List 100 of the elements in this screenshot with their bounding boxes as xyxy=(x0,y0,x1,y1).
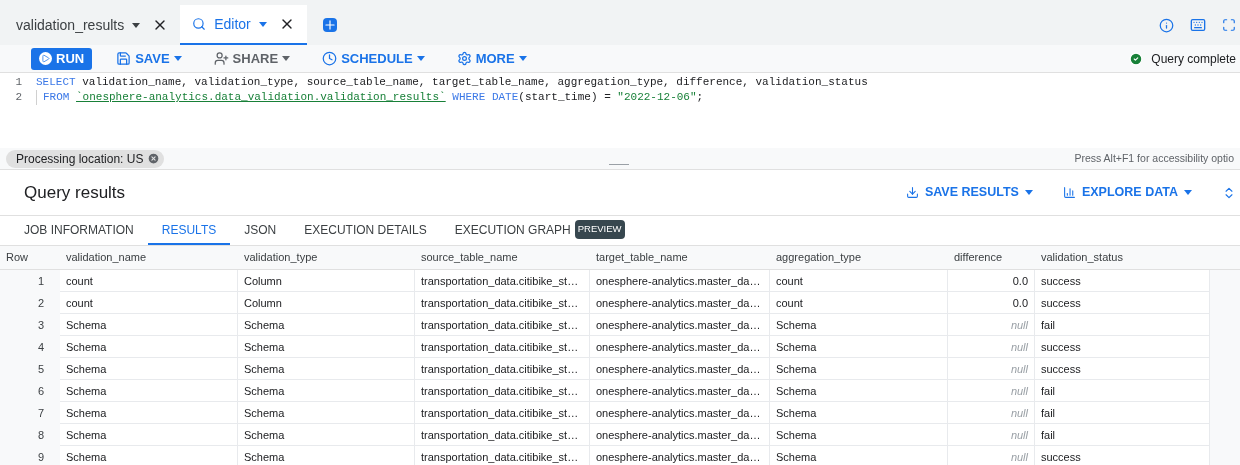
code-line: FROM `onesphere-analytics.data_validation.validation_results` WHERE DATE(start_time) = "2022-12-06"; xyxy=(43,90,704,106)
table-cell: null xyxy=(948,402,1035,424)
table-cell: Schema xyxy=(238,336,415,358)
download-icon xyxy=(905,186,919,199)
table-cell: success xyxy=(1035,270,1210,292)
table-cell: Column xyxy=(238,292,415,314)
editor-tab[interactable]: Editor xyxy=(180,5,307,45)
results-tab[interactable]: JOB INFORMATION xyxy=(10,216,148,245)
row-number: 7 xyxy=(36,406,45,421)
table-cell: fail xyxy=(1035,402,1210,424)
caret-icon xyxy=(518,56,527,61)
table-cell: Schema xyxy=(770,380,948,402)
table-cell: Schema xyxy=(60,446,238,465)
row-number: 3 xyxy=(36,318,45,333)
table-cell: count xyxy=(60,270,238,292)
table-cell: onesphere-analytics.master_da… xyxy=(590,358,770,380)
table-cell: Schema xyxy=(770,402,948,424)
table-cell: 0.0 xyxy=(948,292,1035,314)
table-cell: transportation_data.citibike_st… xyxy=(415,270,590,292)
table-cell: Schema xyxy=(60,380,238,402)
results-action-button[interactable]: SAVE RESULTS xyxy=(905,183,1033,202)
code-line: SELECT validation_name, validation_type, source_table_name, target_table_name, aggregation_type, difference, validation_status xyxy=(36,75,868,91)
keyboard-icon[interactable] xyxy=(1190,17,1206,33)
table-cell: onesphere-analytics.master_da… xyxy=(590,314,770,336)
table-cell: null xyxy=(948,446,1035,465)
table-cell: transportation_data.citibike_st… xyxy=(415,424,590,446)
add-tab-icon[interactable] xyxy=(322,18,337,32)
table-cell: Column xyxy=(238,270,415,292)
add-person-icon xyxy=(213,51,229,66)
remove-icon[interactable] xyxy=(147,152,161,165)
row-number: 2 xyxy=(36,296,45,311)
caret-icon xyxy=(258,21,267,27)
run-button[interactable]: RUN xyxy=(31,47,93,70)
row-number: 5 xyxy=(36,362,45,377)
column-header: validation_type xyxy=(243,250,319,266)
toolbar-button[interactable]: SCHEDULE xyxy=(314,47,433,70)
results-tab[interactable]: EXECUTION DETAILS xyxy=(290,216,441,245)
column-header: aggregation_type xyxy=(775,250,862,266)
table-cell: fail xyxy=(1035,314,1210,336)
row-number: 6 xyxy=(36,384,45,399)
table-cell: transportation_data.citibike_st… xyxy=(415,314,590,336)
table-cell: transportation_data.citibike_st… xyxy=(415,380,590,402)
results-tab[interactable]: EXECUTION GRAPH PREVIEW xyxy=(440,216,639,245)
table-cell: Schema xyxy=(238,314,415,336)
table-cell: Schema xyxy=(770,424,948,446)
table-cell: Schema xyxy=(238,380,415,402)
column-header: validation_name xyxy=(65,250,148,266)
row-number: 9 xyxy=(36,450,45,465)
save-icon xyxy=(116,51,132,66)
table-cell: transportation_data.citibike_st… xyxy=(415,402,590,424)
table-cell: onesphere-analytics.master_da… xyxy=(590,424,770,446)
table-cell: Schema xyxy=(238,446,415,465)
caret-icon xyxy=(282,56,291,61)
row-number: 8 xyxy=(36,428,45,443)
settings-icon xyxy=(456,51,472,66)
table-cell: null xyxy=(948,336,1035,358)
play-icon xyxy=(39,52,52,65)
table-cell: fail xyxy=(1035,380,1210,402)
toolbar-button[interactable]: MORE xyxy=(448,47,535,70)
column-header: difference xyxy=(953,250,1004,266)
preview-badge: PREVIEW xyxy=(574,220,625,239)
info-icon[interactable] xyxy=(1159,17,1174,33)
table-cell: transportation_data.citibike_st… xyxy=(415,292,590,314)
table-cell: Schema xyxy=(770,336,948,358)
table-cell: Schema xyxy=(60,402,238,424)
results-tab[interactable]: JSON xyxy=(230,216,291,245)
table-cell: Schema xyxy=(770,358,948,380)
table-cell: transportation_data.citibike_st… xyxy=(415,446,590,465)
table-cell: Schema xyxy=(238,402,415,424)
table-cell: success xyxy=(1035,358,1210,380)
toolbar-button[interactable]: SAVE xyxy=(108,47,190,70)
table-cell: fail xyxy=(1035,424,1210,446)
table-cell: Schema xyxy=(238,358,415,380)
caret-icon xyxy=(173,56,182,61)
results-title: Query results xyxy=(24,181,126,204)
query-status: Query complete xyxy=(1151,50,1236,68)
query-icon xyxy=(192,17,207,31)
row-number: 1 xyxy=(36,274,45,289)
table-cell: success xyxy=(1035,292,1210,314)
table-cell: onesphere-analytics.master_da… xyxy=(590,292,770,314)
line-number: 2 xyxy=(14,90,23,106)
table-cell: success xyxy=(1035,446,1210,465)
table-cell: Schema xyxy=(60,424,238,446)
table-cell: onesphere-analytics.master_da… xyxy=(590,270,770,292)
table-cell: count xyxy=(770,292,948,314)
fullscreen-icon[interactable] xyxy=(1222,18,1236,32)
results-action-button[interactable]: EXPLORE DATA xyxy=(1062,183,1192,202)
toolbar-button[interactable]: SHARE xyxy=(205,47,299,70)
table-cell: 0.0 xyxy=(948,270,1035,292)
editor-tab[interactable]: validation_results xyxy=(4,5,181,45)
table-cell: success xyxy=(1035,336,1210,358)
table-cell: null xyxy=(948,424,1035,446)
location-chip: Processing location: US xyxy=(6,149,165,168)
caret-icon xyxy=(1184,190,1192,195)
table-cell: null xyxy=(948,358,1035,380)
table-cell: count xyxy=(60,292,238,314)
chart-icon xyxy=(1062,186,1076,199)
caret-icon xyxy=(132,22,141,28)
column-header: validation_status xyxy=(1040,250,1124,266)
table-cell: Schema xyxy=(60,336,238,358)
